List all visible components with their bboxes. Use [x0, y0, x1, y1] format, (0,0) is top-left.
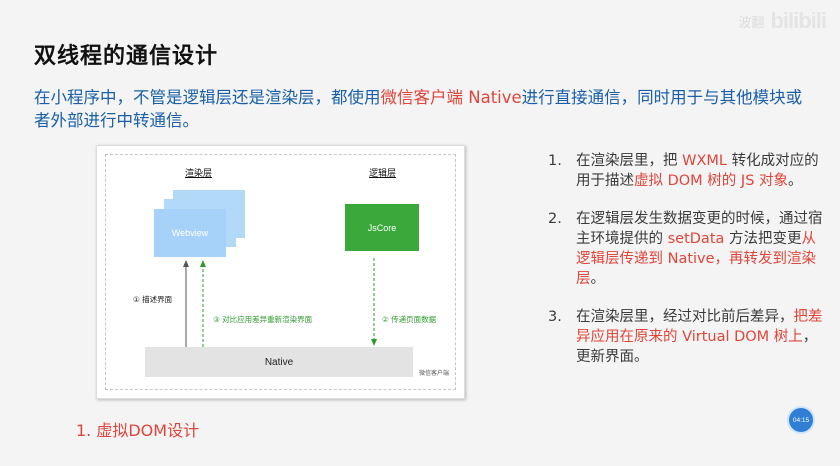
bilibili-logo: bilibili — [770, 8, 827, 33]
slide-title: 双线程的通信设计 — [34, 44, 219, 69]
list-number: 3. — [548, 309, 562, 325]
diagram-arrows — [183, 258, 377, 347]
intro-paragraph: 在小程序中，不管是逻辑层还是渲染层，都使用微信客户端 Native进行直接通信，… — [34, 86, 814, 132]
arrow2-label: ② 传递页面数据 — [382, 315, 437, 324]
bilibili-watermark: 波翻 bilibili — [738, 8, 827, 34]
watermark-text: 波翻 — [738, 15, 765, 31]
text-segment: 在渲染层里，把 — [576, 153, 683, 169]
list-number: 2. — [548, 211, 562, 227]
text-segment: 。 — [788, 173, 803, 189]
highlight-segment: setData — [667, 231, 725, 247]
arrow3-label: ③ 对比应用差异重新渲染界面 — [213, 315, 313, 324]
architecture-diagram: 渲染层 逻辑层 Webview JsCore Native 微信客户端 ① 描述… — [96, 145, 465, 399]
slide: 双线程的通信设计 波翻 bilibili 在小程序中，不管是逻辑层还是渲染层，都… — [0, 0, 840, 466]
video-timer-badge[interactable]: 04:15 — [789, 408, 813, 432]
list-number: 1. — [548, 153, 562, 169]
arrow1-label: ① 描述界面 — [133, 295, 173, 304]
list-item: 3. 在渲染层里，经过对比前后差异，把差异应用在原来的 Virtual DOM … — [548, 307, 828, 367]
arrow-rerender-head — [200, 260, 206, 267]
arrow-describe-ui-head — [183, 260, 189, 267]
text-segment: 在渲染层里，经过对比前后差异， — [576, 309, 794, 325]
list-item: 1. 在渲染层里，把 WXML 转化成对应的用于描述虚拟 DOM 树的 JS 对… — [548, 151, 828, 191]
text-segment: 方法把变更 — [724, 231, 802, 247]
intro-highlight: 微信客户端 Native — [380, 88, 522, 107]
section-heading-virtual-dom: 1. 虚拟DOM设计 — [76, 421, 200, 440]
explanation-list: 1. 在渲染层里，把 WXML 转化成对应的用于描述虚拟 DOM 树的 JS 对… — [548, 151, 828, 385]
arrow-pass-data-head — [371, 339, 377, 346]
intro-text-1: 在小程序中，不管是逻辑层还是渲染层，都使用 — [34, 88, 381, 107]
highlight-segment: WXML — [682, 153, 727, 169]
text-segment: 。 — [590, 271, 606, 287]
list-item: 2. 在逻辑层发生数据变更的时候，通过宿主环境提供的 setData 方法把变更… — [548, 209, 828, 289]
highlight-segment: 虚拟 DOM 树的 JS 对象 — [634, 173, 789, 189]
